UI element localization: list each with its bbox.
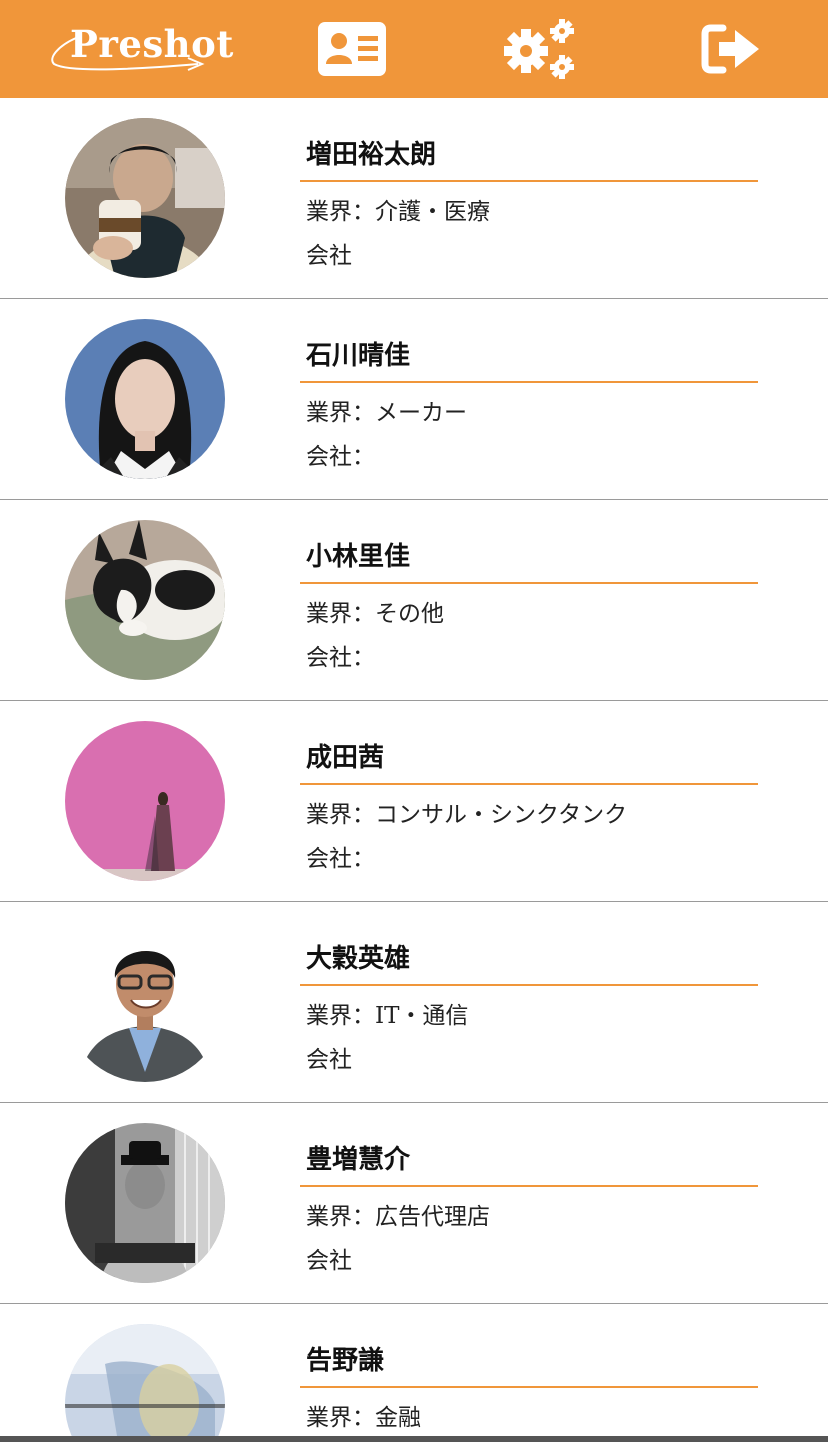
name-divider [300, 381, 758, 383]
avatar [65, 118, 225, 278]
avatar [65, 319, 225, 479]
logo-text: Preshot [70, 22, 234, 66]
user-company: 会社： [306, 444, 375, 470]
name-divider [300, 783, 758, 785]
user-row[interactable]: 増田裕太朗 業界：介護・医療 会社 [0, 98, 828, 299]
top-nav-bar: Preshot [0, 0, 828, 98]
user-name: 増田裕太朗 [306, 140, 437, 170]
logout-button[interactable] [692, 14, 772, 84]
avatar [65, 1123, 225, 1283]
name-divider [300, 984, 758, 986]
settings-button[interactable] [500, 14, 580, 84]
avatar [65, 721, 225, 881]
name-divider [300, 582, 758, 584]
user-name: 石川晴佳 [306, 341, 411, 371]
user-company: 会社： [306, 846, 375, 872]
user-company: 会社 [306, 1248, 352, 1274]
avatar [65, 520, 225, 680]
user-row[interactable]: 豊増慧介 業界：広告代理店 会社 [0, 1103, 828, 1304]
sign-out-icon [701, 24, 759, 74]
user-name: 大穀英雄 [306, 944, 411, 974]
user-industry: 業界：IT・通信 [306, 1003, 469, 1029]
user-industry: 業界：その他 [306, 601, 444, 627]
user-row[interactable]: 大穀英雄 業界：IT・通信 会社 [0, 902, 828, 1103]
name-divider [300, 1386, 758, 1388]
app-screen: Preshot 増田裕太朗 業界：介護・医療 会社 石川晴佳 業界：メーカー 会… [0, 0, 828, 1442]
avatar [65, 1324, 225, 1442]
user-industry: 業界：金融 [306, 1405, 421, 1431]
user-row[interactable]: 成田茜 業界：コンサル・シンクタンク 会社： [0, 701, 828, 902]
profile-card-button[interactable] [312, 14, 392, 84]
user-industry: 業界：メーカー [306, 400, 467, 426]
user-industry: 業界：介護・医療 [306, 199, 490, 225]
user-name: 小林里佳 [306, 542, 411, 572]
name-divider [300, 1185, 758, 1187]
preshot-logo[interactable]: Preshot [48, 20, 233, 80]
user-company: 会社 [306, 243, 352, 269]
user-row[interactable]: 石川晴佳 業界：メーカー 会社： [0, 299, 828, 500]
bottom-scroll-edge [0, 1436, 828, 1442]
user-name: 告野謙 [306, 1346, 385, 1376]
user-row[interactable]: 告野謙 業界：金融 [0, 1304, 828, 1442]
user-industry: 業界：コンサル・シンクタンク [306, 802, 628, 828]
user-list: 増田裕太朗 業界：介護・医療 会社 石川晴佳 業界：メーカー 会社： 小林里佳 … [0, 98, 828, 1442]
gears-icon [504, 19, 574, 79]
user-row[interactable]: 小林里佳 業界：その他 会社： [0, 500, 828, 701]
user-company: 会社 [306, 1047, 352, 1073]
user-company: 会社： [306, 645, 375, 671]
user-name: 成田茜 [306, 743, 385, 773]
id-card-icon [318, 22, 386, 76]
user-industry: 業界：広告代理店 [306, 1204, 490, 1230]
avatar [65, 922, 225, 1082]
user-name: 豊増慧介 [306, 1145, 411, 1175]
name-divider [300, 180, 758, 182]
